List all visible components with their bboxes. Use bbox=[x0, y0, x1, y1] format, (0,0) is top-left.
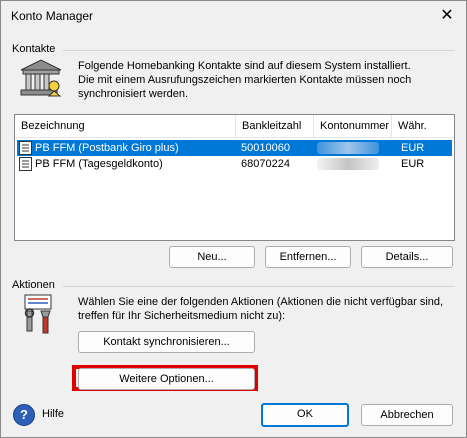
contacts-group-label: Kontakte bbox=[12, 43, 56, 55]
row-currency: EUR bbox=[401, 158, 425, 170]
info-line: Die mit einem Ausrufungszeichen markiert… bbox=[78, 74, 412, 86]
contacts-info-text: Folgende Homebanking Kontakte sind auf d… bbox=[78, 59, 458, 101]
info-line: synchronisiert werden. bbox=[78, 88, 189, 100]
table-row[interactable]: PB FFM (Tagesgeldkonto) 68070224 EUR bbox=[17, 156, 452, 172]
bank-building-icon bbox=[20, 59, 62, 97]
column-header-currency[interactable]: Währ. bbox=[392, 115, 454, 138]
document-icon bbox=[19, 141, 32, 155]
table-row[interactable]: PB FFM (Postbank Giro plus) 50010060 EUR bbox=[17, 140, 452, 156]
more-options-button[interactable]: Weitere Optionen... bbox=[78, 368, 255, 390]
ok-button[interactable]: OK bbox=[261, 403, 349, 427]
title-bar: Konto Manager ✕ bbox=[1, 1, 466, 31]
cancel-button[interactable]: Abbrechen bbox=[361, 404, 453, 426]
column-header-account[interactable]: Kontonummer bbox=[314, 115, 392, 138]
konto-manager-dialog: Konto Manager ✕ Kontakte Folgende Homeba… bbox=[0, 0, 467, 438]
column-header-name[interactable]: Bezeichnung bbox=[15, 115, 236, 138]
contacts-divider bbox=[63, 50, 455, 51]
help-label[interactable]: Hilfe bbox=[42, 408, 64, 420]
actions-divider bbox=[63, 286, 455, 287]
contacts-list[interactable]: Bezeichnung Bankleitzahl Kontonummer Wäh… bbox=[14, 114, 455, 241]
details-button[interactable]: Details... bbox=[361, 246, 453, 268]
info-line: Folgende Homebanking Kontakte sind auf d… bbox=[78, 60, 411, 72]
row-blz: 68070224 bbox=[241, 158, 290, 170]
actions-info-text: Wählen Sie eine der folgenden Aktionen (… bbox=[78, 295, 458, 323]
help-icon[interactable]: ? bbox=[13, 404, 35, 426]
info-line: treffen für Ihr Sicherheitsmedium nicht … bbox=[78, 310, 286, 322]
row-currency: EUR bbox=[401, 142, 425, 154]
list-header: Bezeichnung Bankleitzahl Kontonummer Wäh… bbox=[15, 115, 454, 138]
window-title: Konto Manager bbox=[11, 9, 94, 23]
sync-contact-button[interactable]: Kontakt synchronisieren... bbox=[78, 331, 255, 353]
row-blz: 50010060 bbox=[241, 142, 290, 154]
redacted-account-number bbox=[317, 158, 379, 170]
info-line: Wählen Sie eine der folgenden Aktionen (… bbox=[78, 296, 444, 308]
redacted-account-number bbox=[317, 142, 379, 154]
row-name: PB FFM (Tagesgeldkonto) bbox=[35, 158, 163, 170]
actions-group-label: Aktionen bbox=[12, 279, 55, 291]
new-button[interactable]: Neu... bbox=[169, 246, 255, 268]
document-icon bbox=[19, 157, 32, 171]
tools-icon bbox=[24, 294, 52, 334]
close-icon[interactable]: ✕ bbox=[432, 3, 462, 29]
remove-button[interactable]: Entfernen... bbox=[265, 246, 351, 268]
row-name: PB FFM (Postbank Giro plus) bbox=[35, 142, 179, 154]
column-header-blz[interactable]: Bankleitzahl bbox=[236, 115, 314, 138]
